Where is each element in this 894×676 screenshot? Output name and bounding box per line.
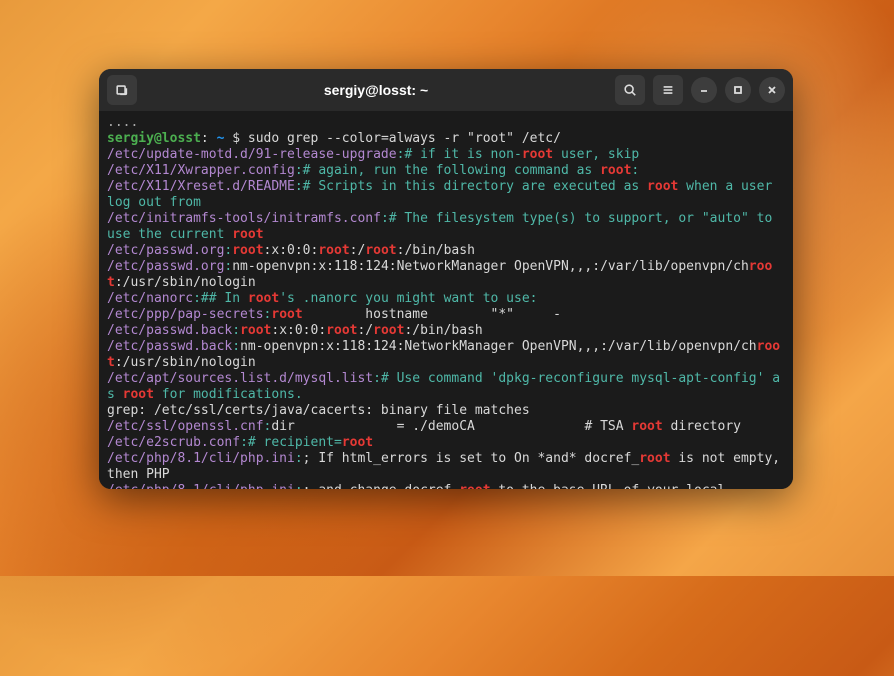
grep-filename: /etc/ssl/openssl.cnf (107, 419, 264, 434)
terminal-text: root (639, 451, 670, 466)
terminal-text: root (232, 243, 263, 258)
grep-filename: /etc/X11/Xwrapper.config (107, 163, 295, 178)
terminal-text: root (631, 419, 662, 434)
grep-filename: /etc/passwd.org (107, 243, 224, 258)
maximize-button[interactable] (725, 77, 751, 103)
terminal-text: root (373, 323, 404, 338)
terminal-text: root (240, 323, 271, 338)
terminal-text: 's .nanorc you might want to use: (279, 291, 537, 306)
grep-filename: /etc/e2scrub.conf (107, 435, 240, 450)
terminal-text: # if it is non- (404, 147, 521, 162)
grep-separator: : (295, 451, 303, 466)
grep-separator: : (193, 291, 201, 306)
terminal-text: # recipient= (248, 435, 342, 450)
grep-filename: /etc/apt/sources.list.d/mysql.list (107, 371, 373, 386)
terminal-text: : (631, 163, 639, 178)
terminal-text: :/bin/bash (404, 323, 482, 338)
grep-separator: : (232, 339, 240, 354)
window-title: sergiy@losst: ~ (145, 82, 607, 98)
grep-filename: /etc/X11/Xreset.d/README (107, 179, 295, 194)
grep-separator: : (232, 323, 240, 338)
grep-filename: /etc/php/8.1/cli/php.ini (107, 483, 295, 489)
terminal-text: ; and change docref (303, 483, 460, 489)
terminal-text: for modifications. (154, 387, 303, 402)
grep-separator: : (381, 211, 389, 226)
terminal-text: # again, run the following command as (303, 163, 600, 178)
prompt-path: ~ (209, 131, 225, 146)
maximize-icon (732, 84, 744, 96)
terminal-text: # Scripts in this directory are executed… (303, 179, 647, 194)
terminal-text: root (326, 323, 357, 338)
grep-filename: /etc/passwd.back (107, 339, 232, 354)
minimize-button[interactable] (691, 77, 717, 103)
grep-filename: /etc/nanorc (107, 291, 193, 306)
search-icon (623, 83, 637, 97)
prompt-command: sudo grep --color=always -r "root" /etc/ (248, 131, 561, 146)
terminal-text: root (600, 163, 631, 178)
terminal-text: :/ (357, 323, 373, 338)
terminal-text: ; If html_errors is set to On *and* docr… (303, 451, 640, 466)
terminal-text: nm-openvpn:x:118:124:NetworkManager Open… (240, 339, 757, 354)
grep-filename: /etc/php/8.1/cli/php.ini (107, 451, 295, 466)
menu-button[interactable] (653, 75, 683, 105)
terminal-text: root (232, 227, 263, 242)
grep-filename: /etc/passwd.org (107, 259, 224, 274)
grep-separator: : (295, 163, 303, 178)
terminal-content[interactable]: .... sergiy@losst: ~ $ sudo grep --color… (99, 111, 793, 489)
grep-filename: /etc/update-motd.d/91-release-upgrade (107, 147, 397, 162)
terminal-text: :/usr/sbin/nologin (115, 355, 256, 370)
grep-separator: : (295, 483, 303, 489)
hamburger-icon (661, 83, 675, 97)
terminal-text: :x:0:0: (271, 323, 326, 338)
terminal-text: directory (663, 419, 741, 434)
grep-separator: : (373, 371, 381, 386)
grep-separator: : (240, 435, 248, 450)
terminal-text: root (271, 307, 302, 322)
terminal-text: to the base URL of your local (491, 483, 726, 489)
new-tab-button[interactable] (107, 75, 137, 105)
terminal-text: user, skip (553, 147, 639, 162)
grep-filename: /etc/passwd.back (107, 323, 232, 338)
grep-separator: : (295, 179, 303, 194)
terminal-text: nm-openvpn:x:118:124:NetworkManager Open… (232, 259, 749, 274)
terminal-text: :/ (350, 243, 366, 258)
grep-filename: /etc/initramfs-tools/initramfs.conf (107, 211, 381, 226)
terminal-text: root (522, 147, 553, 162)
terminal-text: dir = ./demoCA # TSA (271, 419, 631, 434)
terminal-text: root (342, 435, 373, 450)
terminal-text: root (459, 483, 490, 489)
terminal-text: :/usr/sbin/nologin (115, 275, 256, 290)
terminal-text: root (123, 387, 154, 402)
new-tab-icon (115, 83, 129, 97)
terminal-text: root (365, 243, 396, 258)
terminal-text: :/bin/bash (397, 243, 475, 258)
titlebar: sergiy@losst: ~ (99, 69, 793, 111)
prompt-separator: : (201, 131, 209, 146)
terminal-text: grep: /etc/ssl/certs/java/cacerts: binar… (107, 403, 530, 418)
terminal-window: sergiy@losst: ~ .... sergiy@losst: ~ $ s… (99, 69, 793, 489)
terminal-text: root (248, 291, 279, 306)
close-icon (766, 84, 778, 96)
minimize-icon (698, 84, 710, 96)
terminal-text: root (647, 179, 678, 194)
prompt-sigil: $ (224, 131, 247, 146)
terminal-text: :x:0:0: (264, 243, 319, 258)
terminal-text: .... (107, 115, 138, 130)
terminal-text: hostname "*" - (303, 307, 561, 322)
grep-filename: /etc/ppp/pap-secrets (107, 307, 264, 322)
search-button[interactable] (615, 75, 645, 105)
terminal-text: root (318, 243, 349, 258)
prompt-userhost: sergiy@losst (107, 131, 201, 146)
terminal-text: ## In (201, 291, 248, 306)
close-button[interactable] (759, 77, 785, 103)
